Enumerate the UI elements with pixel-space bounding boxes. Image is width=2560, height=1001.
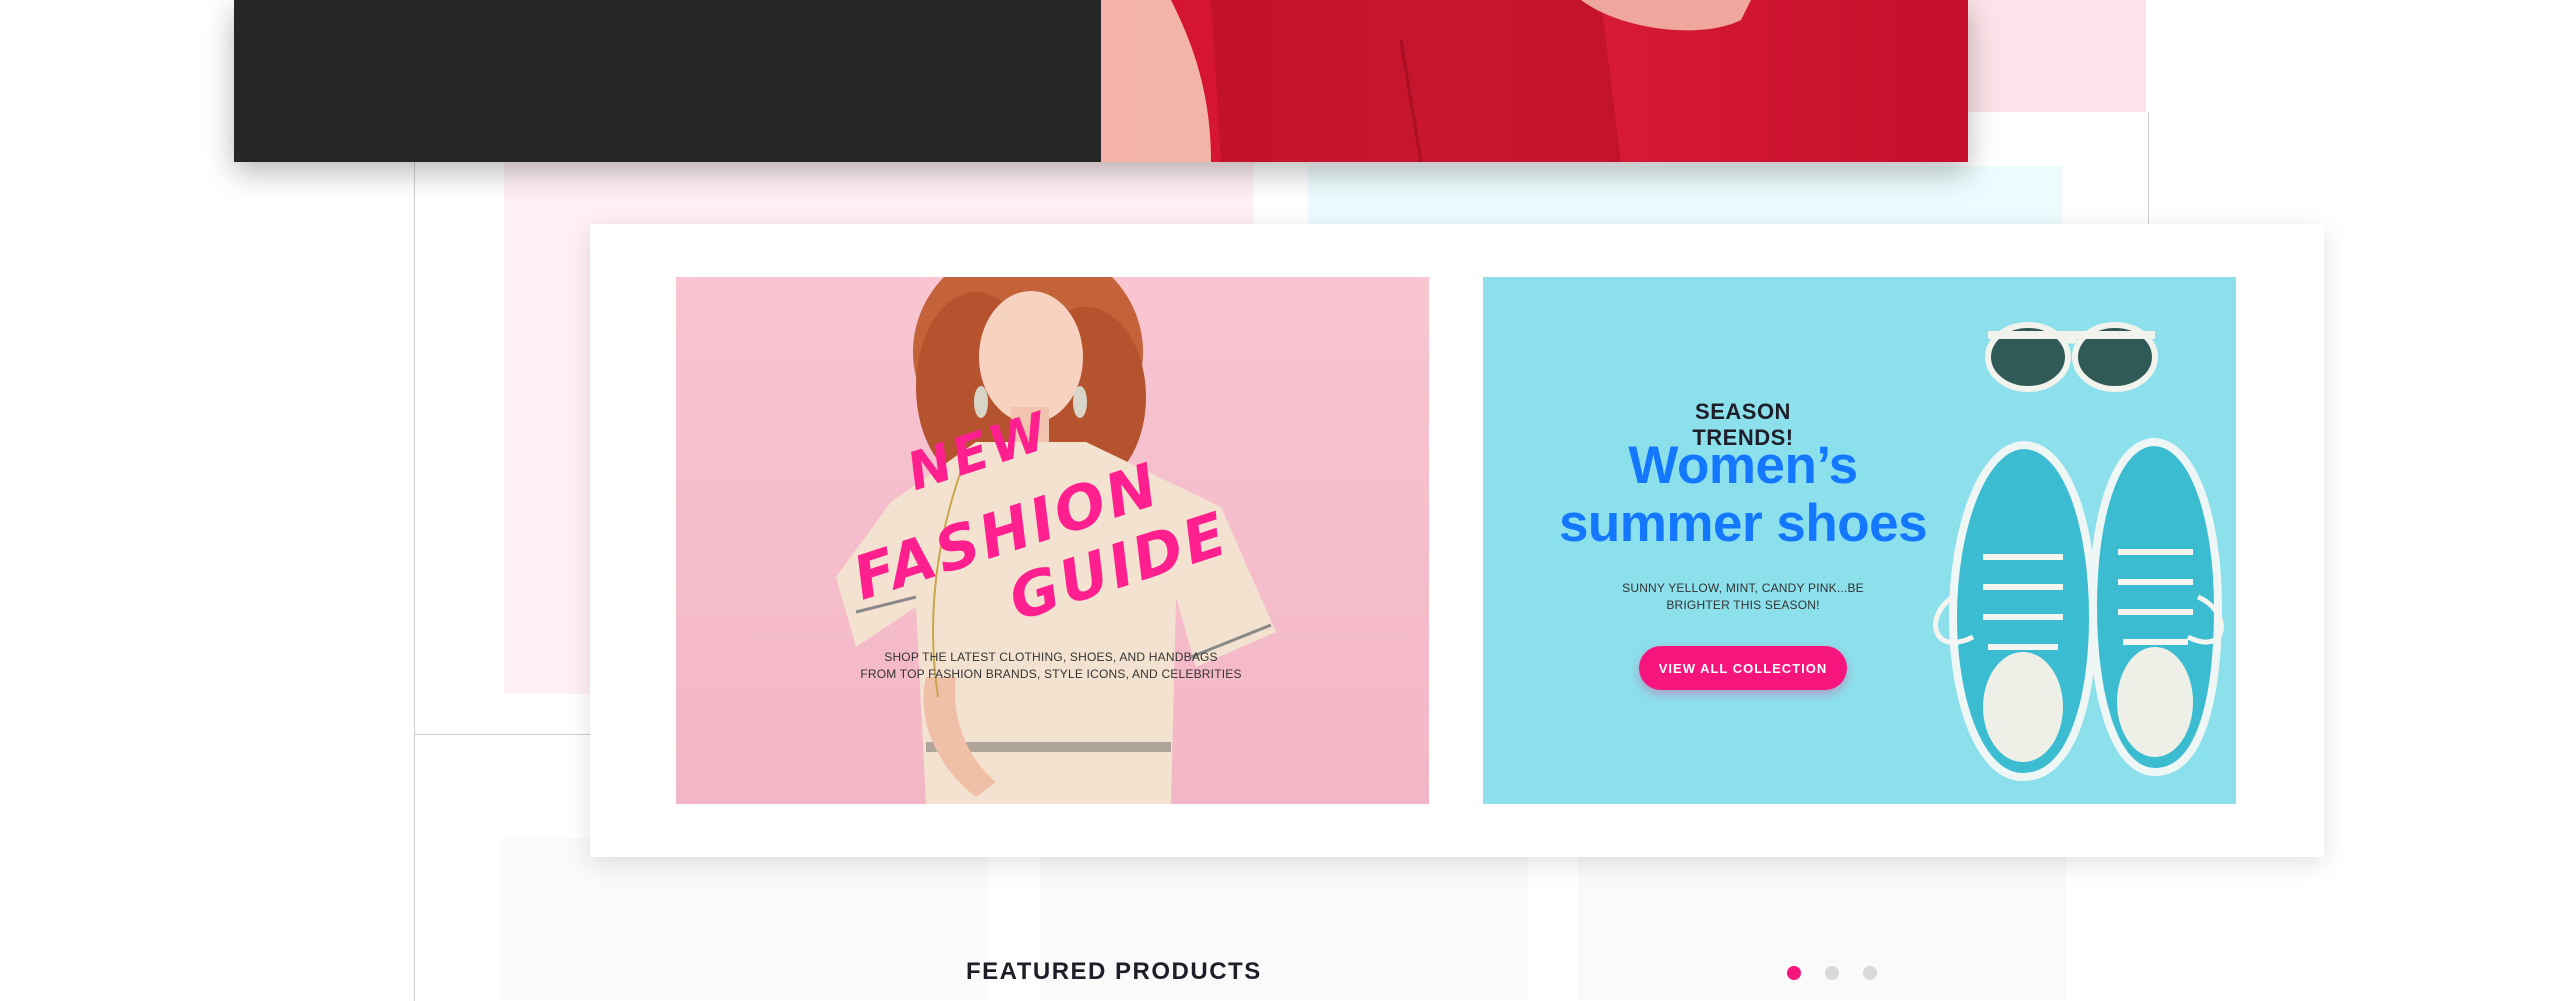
fashion-description: SHOP THE LATEST CLOTHING, SHOES, AND HAN…: [836, 649, 1266, 683]
summer-description-line-2: BRIGHTER THIS SEASON!: [1666, 598, 1820, 612]
carousel-dot-icon[interactable]: [1863, 966, 1877, 980]
view-all-collection-button[interactable]: VIEW ALL COLLECTION: [1639, 646, 1847, 690]
promo-fashion-guide[interactable]: NEW FASHION GUIDE SHOP THE LATEST CLOTHI…: [676, 277, 1429, 804]
sneaker-right-icon: [2088, 437, 2224, 777]
featured-products-title: FEATURED PRODUCTS: [966, 958, 1262, 985]
carousel-dot-icon[interactable]: [1787, 966, 1801, 980]
fashion-description-line-1: SHOP THE LATEST CLOTHING, SHOES, AND HAN…: [884, 650, 1218, 664]
summer-shoes-description: SUNNY YELLOW, MINT, CANDY PINK...BE BRIG…: [1593, 580, 1893, 614]
sunglasses-icon: [1985, 322, 2158, 392]
promo-summer-shoes[interactable]: SEASON TRENDS! Women’s summer shoes SUNN…: [1483, 277, 2236, 804]
carousel-dot-icon[interactable]: [1825, 966, 1839, 980]
fashion-description-line-2: FROM TOP FASHION BRANDS, STYLE ICONS, AN…: [860, 667, 1242, 681]
ghost-product-3: [1578, 838, 2066, 1000]
summer-description-line-1: SUNNY YELLOW, MINT, CANDY PINK...BE: [1622, 581, 1864, 595]
ghost-top-strip: [1968, 0, 2146, 112]
hero-banner: [234, 0, 1968, 162]
hero-image-red: [1101, 0, 1968, 162]
headline-line-1: Women’s: [1628, 436, 1858, 495]
ghost-product-1: [500, 838, 988, 1000]
headline-line-2: summer shoes: [1558, 494, 1928, 553]
hero-dark-panel: [234, 0, 1101, 162]
summer-shoes-headline: Women’s summer shoes: [1523, 437, 1963, 553]
promo-banner-card: NEW FASHION GUIDE SHOP THE LATEST CLOTHI…: [590, 224, 2324, 857]
